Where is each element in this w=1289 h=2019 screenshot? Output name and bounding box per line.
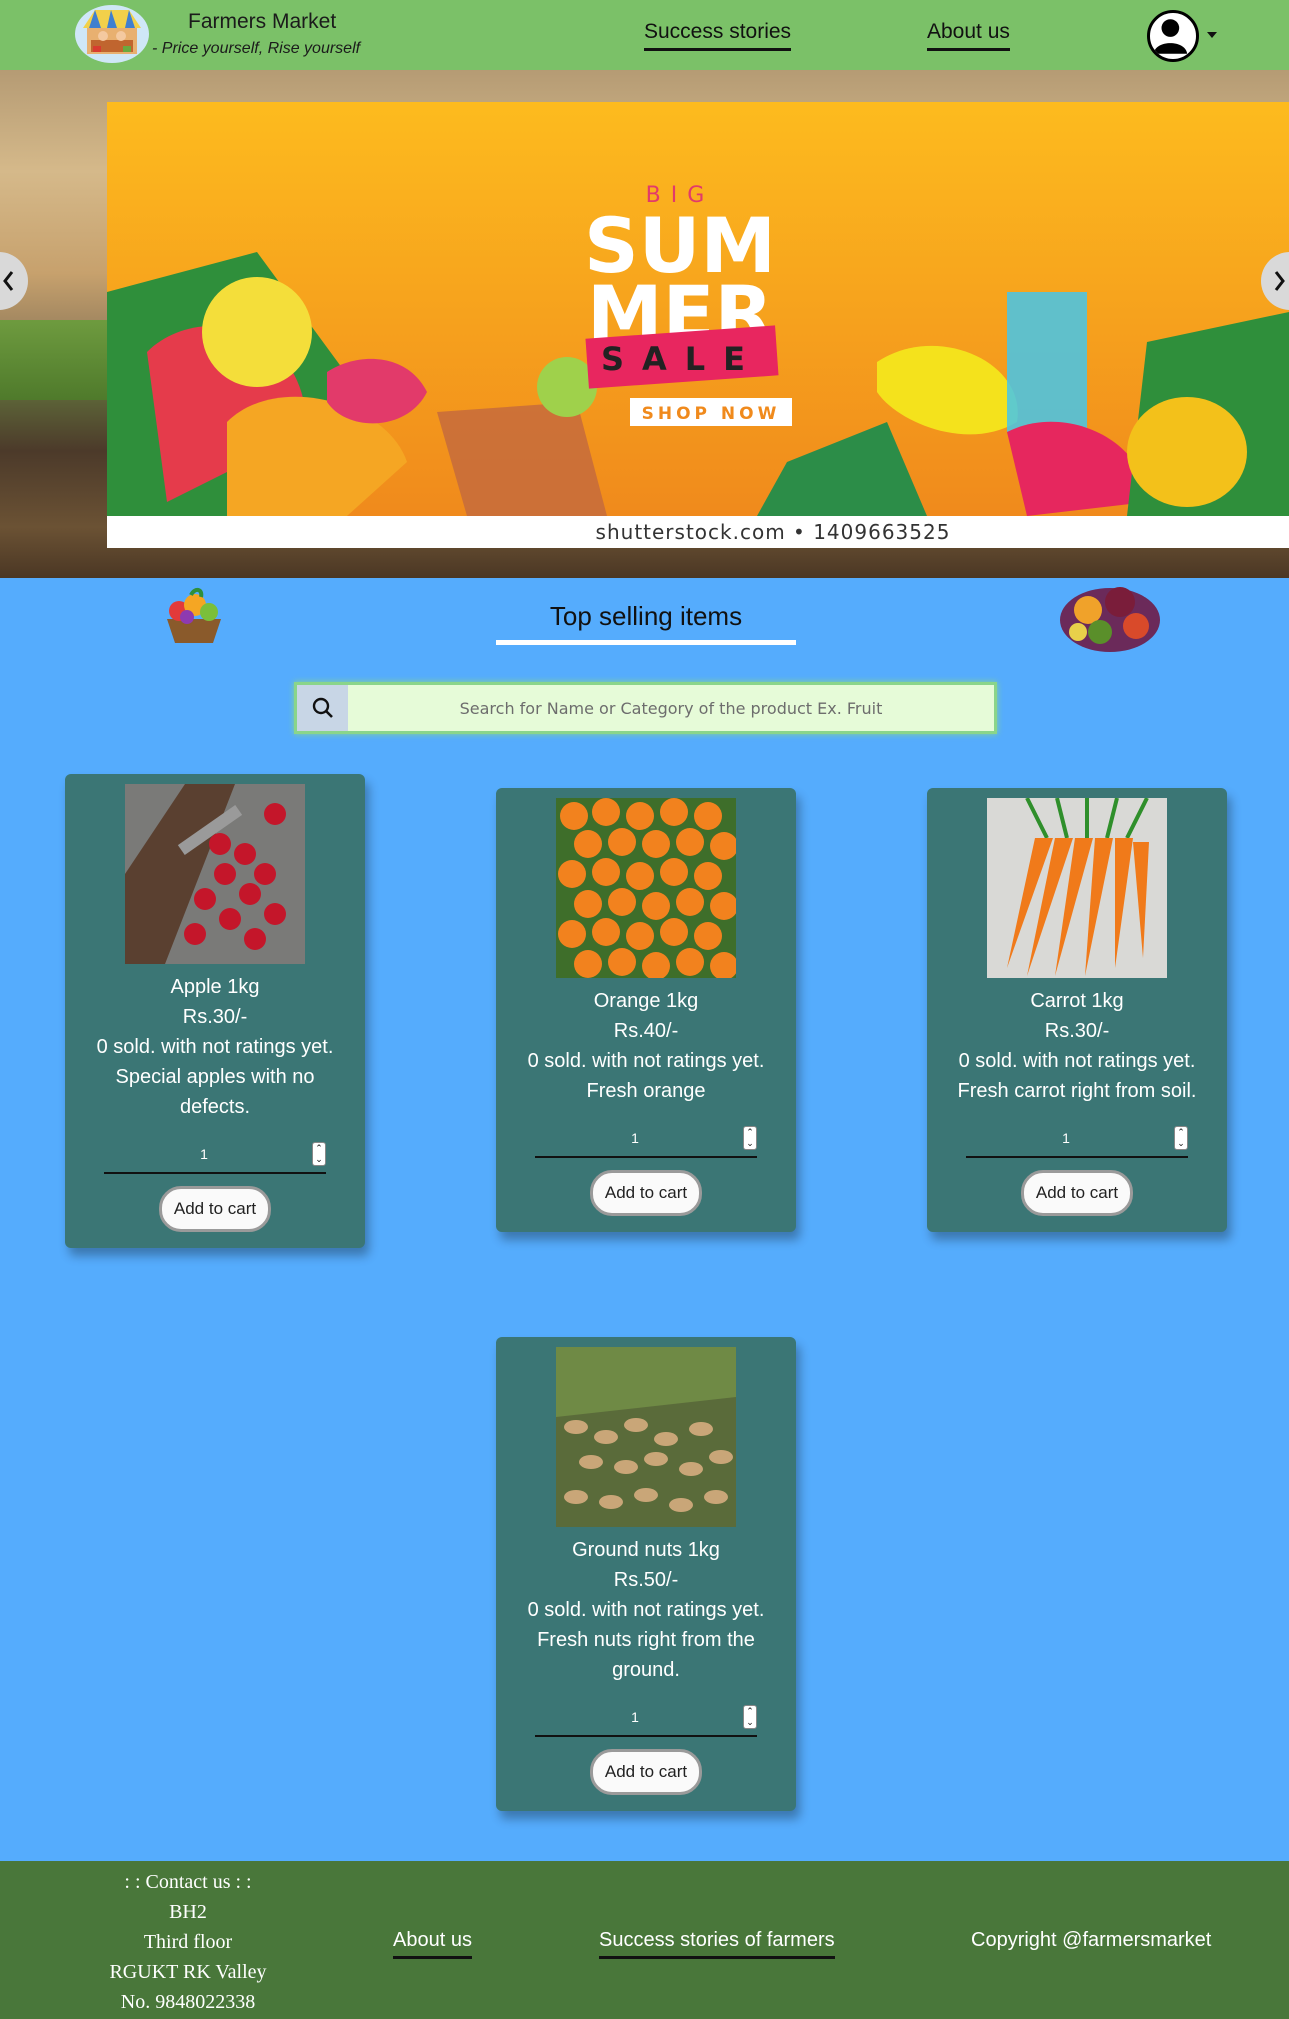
product-name: Apple 1kg: [170, 976, 260, 998]
product-name: Carrot 1kg: [1030, 990, 1124, 1012]
add-to-cart-button[interactable]: Add to cart: [589, 1170, 703, 1216]
search-icon: [312, 697, 333, 718]
fruit-pile-icon: [1060, 587, 1160, 652]
hero-carousel: BIG SUM MER SALE SHOP NOW shutterstock.c…: [0, 70, 1289, 578]
quantity-input[interactable]: 1 ⌃ ⌄: [104, 1138, 326, 1174]
caret-down-icon[interactable]: [1207, 32, 1217, 38]
product-sales-info: 0 sold. with not ratings yet.: [958, 1050, 1196, 1072]
product-sales-info: 0 sold. with not ratings yet.: [527, 1599, 765, 1621]
quantity-stepper[interactable]: ⌃ ⌄: [1174, 1126, 1188, 1150]
quantity-stepper[interactable]: ⌃ ⌄: [312, 1142, 326, 1166]
contact-heading: : : Contact us : :: [124, 1871, 252, 1893]
product-description: Fresh carrot right from soil.: [957, 1080, 1197, 1102]
footer: : : Contact us : : BH2 Third floor RGUKT…: [0, 1861, 1289, 2019]
quantity-input[interactable]: 1 ⌃ ⌄: [535, 1122, 757, 1158]
fruit-basket-icon: [167, 588, 221, 643]
apple-product-image: [125, 784, 305, 964]
banner-credit: shutterstock.com • 1409663525: [595, 520, 951, 544]
navbar: Farmers Market - Price yourself, Rise yo…: [0, 0, 1289, 70]
search-bar: [294, 682, 997, 734]
product-price: Rs.50/-: [613, 1569, 679, 1591]
quantity-input[interactable]: 1 ⌃ ⌄: [535, 1701, 757, 1737]
quantity-value: 1: [631, 1130, 639, 1146]
product-description: Fresh nuts right from the ground.: [537, 1629, 755, 1681]
contact-line: BH2: [169, 1901, 207, 1923]
product-card-apple: Apple 1kg Rs.30/- 0 sold. with not ratin…: [65, 774, 365, 1248]
contact-block: : : Contact us : : BH2 Third floor RGUKT…: [96, 1867, 280, 2017]
search-button[interactable]: [297, 685, 348, 731]
product-name: Ground nuts 1kg: [572, 1539, 720, 1561]
summer-sale-banner[interactable]: BIG SUM MER SALE SHOP NOW shutterstock.c…: [107, 102, 1289, 548]
product-price: Rs.30/-: [182, 1006, 248, 1028]
groundnuts-product-image: [556, 1347, 736, 1527]
product-price: Rs.40/-: [613, 1020, 679, 1042]
add-to-cart-button[interactable]: Add to cart: [589, 1749, 703, 1795]
banner-shop-now: SHOP NOW: [642, 404, 781, 424]
quantity-value: 1: [1062, 1130, 1070, 1146]
product-card-orange: Orange 1kg Rs.40/- 0 sold. with not rati…: [496, 788, 796, 1232]
quantity-input[interactable]: 1 ⌃ ⌄: [966, 1122, 1188, 1158]
contact-line: Third floor: [143, 1931, 233, 1953]
banner-sale-text: SALE: [601, 340, 763, 378]
add-to-cart-button[interactable]: Add to cart: [1020, 1170, 1134, 1216]
orange-product-image: [556, 798, 736, 978]
hero-background-field: [0, 320, 120, 400]
footer-stories-link[interactable]: Success stories of farmers: [599, 1929, 835, 1959]
copyright-text: Copyright @farmersmarket: [971, 1929, 1212, 1951]
chevron-right-icon: [1274, 271, 1285, 291]
product-sales-info: 0 sold. with not ratings yet.: [96, 1036, 334, 1058]
section-title: Top selling items: [496, 601, 796, 645]
carousel-next-button[interactable]: [1261, 252, 1289, 310]
quantity-stepper[interactable]: ⌃ ⌄: [743, 1705, 757, 1729]
nav-success-stories[interactable]: Success stories: [644, 20, 792, 51]
quantity-value: 1: [200, 1146, 208, 1162]
footer-about-link[interactable]: About us: [393, 1929, 472, 1959]
add-to-cart-button[interactable]: Add to cart: [158, 1186, 272, 1232]
product-card-groundnuts: Ground nuts 1kg Rs.50/- 0 sold. with not…: [496, 1337, 796, 1811]
product-description: Fresh orange: [586, 1080, 706, 1102]
summer-sale-artwork: BIG SUM MER SALE SHOP NOW: [107, 102, 1289, 516]
nav-about-us[interactable]: About us: [927, 20, 1010, 51]
quantity-stepper[interactable]: ⌃ ⌄: [743, 1126, 757, 1150]
chevron-left-icon: [3, 271, 14, 291]
product-name: Orange 1kg: [593, 990, 699, 1012]
carrot-product-image: [987, 798, 1167, 978]
contact-line: RGUKT RK Valley: [109, 1961, 267, 1983]
product-price: Rs.30/-: [1044, 1020, 1110, 1042]
contact-phone: No. 9848022338: [120, 1991, 256, 2013]
product-sales-info: 0 sold. with not ratings yet.: [527, 1050, 765, 1072]
carousel-prev-button[interactable]: [0, 252, 28, 310]
brand-tagline: - Price yourself, Rise yourself: [152, 40, 361, 57]
market-stall-icon[interactable]: [73, 4, 151, 64]
product-description: Special apples with no defects.: [115, 1066, 315, 1118]
brand-title: Farmers Market: [188, 10, 337, 33]
product-card-carrot: Carrot 1kg Rs.30/- 0 sold. with not rati…: [927, 788, 1227, 1232]
user-avatar-icon[interactable]: [1147, 10, 1199, 62]
search-input[interactable]: [348, 685, 994, 731]
quantity-value: 1: [631, 1709, 639, 1725]
